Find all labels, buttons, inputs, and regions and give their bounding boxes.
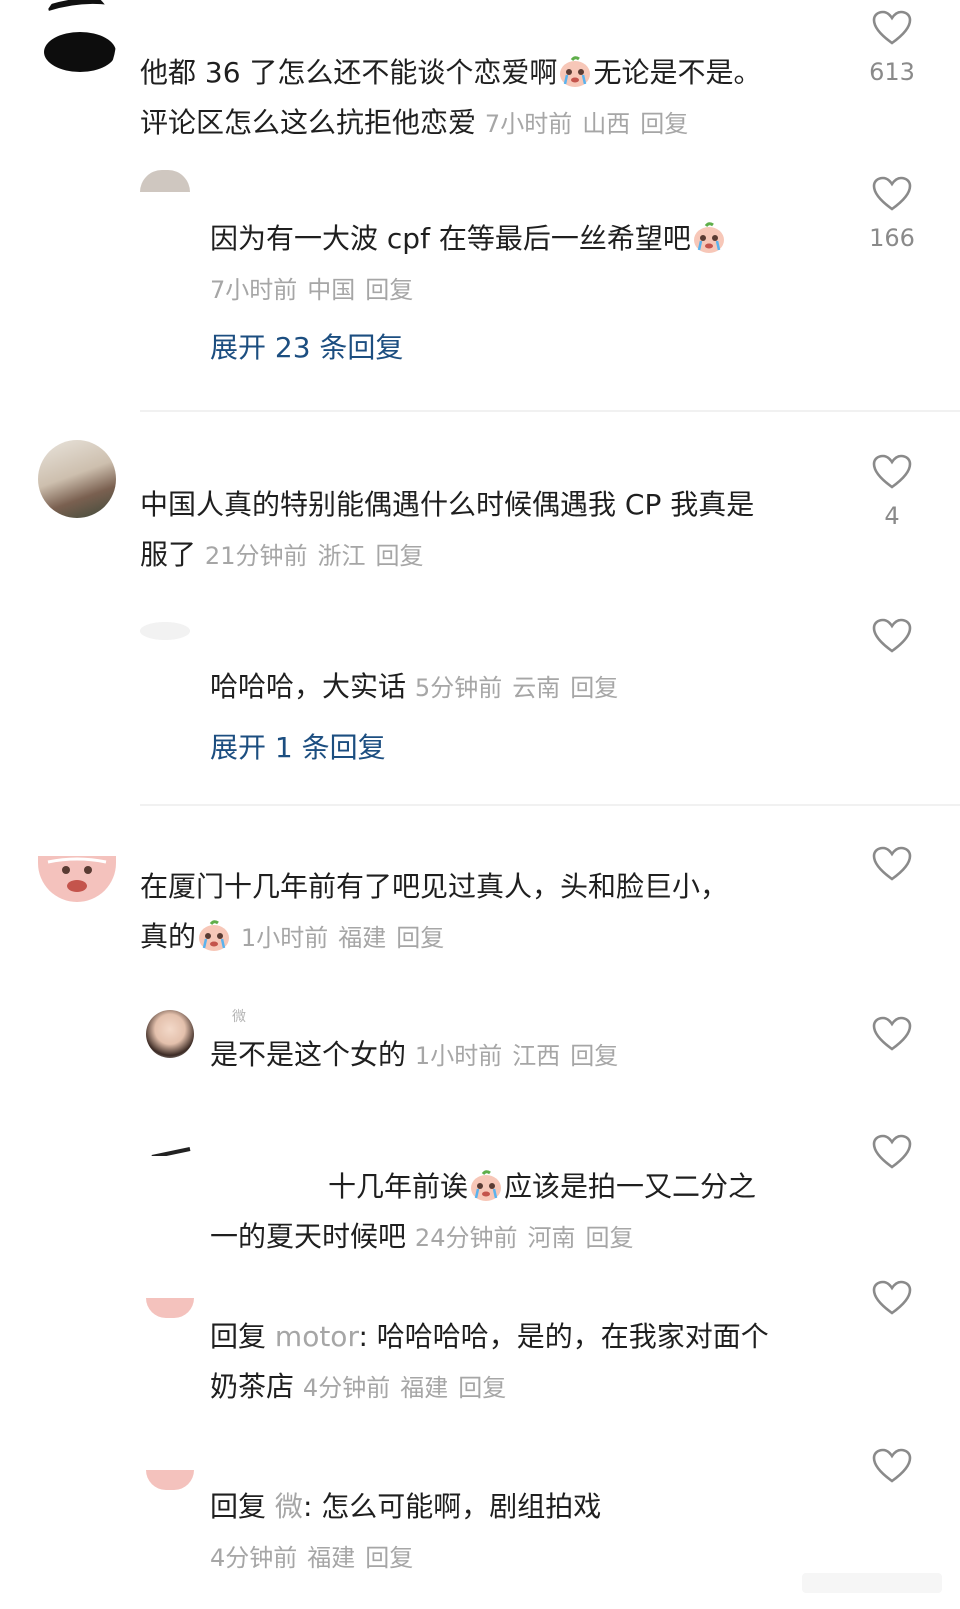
like-button[interactable]	[862, 846, 922, 882]
region: 河南	[527, 1224, 576, 1252]
comment-text: 十几年前诶 应该是拍一又二分之 一的夏天时候吧 24分钟前 河南 回复	[210, 1168, 757, 1253]
comment-meta: 24分钟前 河南 回复	[415, 1224, 644, 1252]
reply-button[interactable]: 回复	[570, 1042, 618, 1070]
comment-text: 回复 motor: 哈哈哈哈，是的，在我家对面个 奶茶店 4分钟前 福建 回复	[210, 1320, 769, 1403]
avatar[interactable]	[40, 0, 116, 90]
like-count: 166	[869, 224, 915, 252]
like-button[interactable]: 166	[862, 176, 922, 252]
like-button[interactable]	[862, 618, 922, 654]
reply-button[interactable]: 回复	[570, 674, 618, 702]
timestamp: 24分钟前	[414, 1224, 518, 1252]
region: 云南	[512, 674, 561, 702]
comment-meta: 7小时前 中国 回复	[210, 276, 423, 304]
heart-outline-icon	[872, 1134, 912, 1169]
reply-item: 十几年前诶 应该是拍一又二分之 一的夏天时候吧 24分钟前 河南 回复	[0, 1128, 960, 1278]
comment-meta: 1小时前 福建 回复	[241, 924, 454, 952]
comment-meta: 4分钟前 福建 回复	[303, 1374, 516, 1402]
divider	[140, 804, 960, 806]
comment-text: 因为有一大波 cpf 在等最后一丝希望吧 7小时前 中国 回复	[210, 214, 820, 315]
avatar[interactable]	[38, 440, 116, 518]
region: 山西	[582, 110, 631, 138]
comment-item: 在厦门十几年前有了吧见过真人，头和脸巨小， 真的 1小时前 福建 回复	[0, 836, 960, 986]
like-count: 4	[884, 502, 900, 530]
timestamp: 1小时前	[414, 1042, 503, 1070]
comment-text: 中国人真的特别能偶遇什么时候偶遇我 CP 我真是 服了 21分钟前 浙江 回复	[140, 488, 755, 571]
heart-outline-icon	[872, 1016, 912, 1051]
like-button[interactable]	[862, 1016, 922, 1052]
reply-button[interactable]: 回复	[458, 1374, 506, 1402]
like-button[interactable]	[862, 1134, 922, 1170]
region: 中国	[307, 276, 356, 304]
comment-text: 哈哈哈，大实话 5分钟前 云南 回复	[210, 662, 820, 713]
watermark	[802, 1571, 942, 1595]
region: 福建	[307, 1544, 356, 1572]
like-button[interactable]	[862, 1280, 922, 1316]
mention-link[interactable]: 微	[275, 1490, 303, 1523]
like-button[interactable]	[862, 1448, 922, 1484]
crying-peach-emoji-icon	[469, 1168, 503, 1202]
comment-meta: 5分钟前 云南 回复	[415, 674, 628, 702]
region: 福建	[400, 1374, 449, 1402]
expand-replies-button[interactable]: 展开 1 条回复	[210, 728, 386, 768]
heart-outline-icon	[872, 1280, 912, 1315]
comment-text: 在厦门十几年前有了吧见过真人，头和脸巨小， 真的 1小时前 福建 回复	[140, 870, 729, 953]
reply-button[interactable]: 回复	[365, 276, 413, 304]
reply-button[interactable]: 回复	[365, 1544, 413, 1572]
comment-meta: 21分钟前 浙江 回复	[205, 542, 434, 570]
avatar[interactable]	[38, 856, 116, 902]
timestamp: 1小时前	[240, 924, 329, 952]
timestamp: 21分钟前	[204, 542, 308, 570]
timestamp: 7小时前	[210, 276, 298, 304]
heart-outline-icon	[872, 846, 912, 881]
avatar[interactable]	[146, 1470, 194, 1490]
comment-meta: 7小时前 山西 回复	[485, 110, 698, 138]
timestamp: 4分钟前	[210, 1544, 298, 1572]
reply-item: 微 是不是这个女的 1小时前 江西 回复	[0, 1009, 960, 1110]
timestamp: 4分钟前	[302, 1374, 391, 1402]
avatar[interactable]	[140, 170, 190, 192]
timestamp: 7小时前	[484, 110, 573, 138]
comment-meta: 4分钟前 福建 回复	[210, 1544, 423, 1572]
avatar[interactable]	[146, 1010, 194, 1058]
region: 福建	[338, 924, 387, 952]
region: 江西	[512, 1042, 561, 1070]
comment-text: 他都 36 了怎么还不能谈个恋爱啊 无论是不是。 评论区怎么这么抗拒他恋爱 7小时…	[140, 54, 762, 139]
reply-button[interactable]: 回复	[396, 924, 444, 952]
expand-replies-button[interactable]: 展开 23 条回复	[210, 328, 403, 368]
crying-peach-emoji-icon	[558, 54, 592, 88]
comment-text: 回复 微: 怎么可能啊，剧组拍戏 4分钟前 福建 回复	[210, 1490, 602, 1572]
reply-item: 回复 motor: 哈哈哈哈，是的，在我家对面个 奶茶店 4分钟前 福建 回复	[0, 1280, 960, 1448]
crying-peach-emoji-icon	[692, 220, 726, 254]
crying-peach-emoji-icon	[197, 918, 231, 952]
avatar[interactable]	[150, 1144, 194, 1156]
heart-outline-icon	[872, 454, 912, 489]
reply-button[interactable]: 回复	[640, 110, 688, 138]
comment-text: 是不是这个女的 1小时前 江西 回复	[210, 1030, 820, 1081]
heart-outline-icon	[872, 1448, 912, 1483]
like-button[interactable]: 4	[862, 454, 922, 530]
avatar[interactable]	[140, 622, 190, 640]
heart-outline-icon	[872, 618, 912, 653]
user-name[interactable]: 微	[232, 1006, 246, 1026]
timestamp: 5分钟前	[414, 674, 503, 702]
like-button[interactable]: 613	[862, 10, 922, 86]
comment-item: 他都 36 了怎么还不能谈个恋爱啊 无论是不是。 评论区怎么这么抗拒他恋爱 7小时…	[0, 0, 960, 160]
avatar[interactable]	[146, 1298, 194, 1318]
reply-item: 哈哈哈，大实话 5分钟前 云南 回复 展开 1 条回复	[0, 612, 960, 792]
reply-button[interactable]: 回复	[585, 1224, 633, 1252]
reply-item: 因为有一大波 cpf 在等最后一丝希望吧 7小时前 中国 回复 展开 23 条回复 …	[0, 170, 960, 400]
comment-item: 中国人真的特别能偶遇什么时候偶遇我 CP 我真是 服了 21分钟前 浙江 回复 4	[0, 440, 960, 590]
like-count: 613	[869, 58, 915, 86]
divider	[140, 410, 960, 412]
reply-button[interactable]: 回复	[375, 542, 423, 570]
heart-outline-icon	[872, 10, 912, 45]
heart-outline-icon	[872, 176, 912, 211]
mention-link[interactable]: motor	[275, 1320, 359, 1353]
comment-meta: 1小时前 江西 回复	[415, 1042, 628, 1070]
region: 浙江	[317, 542, 366, 570]
